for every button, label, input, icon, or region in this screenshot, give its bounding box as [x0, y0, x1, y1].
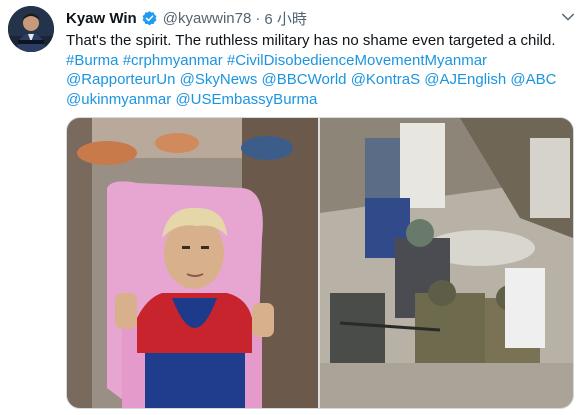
photo-child-salute[interactable] [67, 118, 318, 408]
hashtag-link[interactable]: #CivilDisobedienceMovementMyanmar [227, 52, 487, 69]
header-separator: · [255, 9, 261, 27]
photo-soldiers-detaining[interactable] [320, 118, 573, 408]
mention-link[interactable]: @RapporteurUn [66, 71, 175, 88]
tweet-header: Kyaw Win @kyawwin78 · 6 小時 [66, 8, 307, 28]
author-name[interactable]: Kyaw Win [66, 10, 137, 27]
mention-link[interactable]: @ukinmyanmar [66, 91, 171, 108]
hashtag-link[interactable]: #crphmyanmar [123, 52, 223, 69]
author-handle[interactable]: @kyawwin78 [163, 10, 252, 27]
tweet-tags-line-2: @RapporteurUn @SkyNews @BBCWorld @Kontra… [66, 70, 580, 90]
mention-link[interactable]: @BBCWorld [262, 71, 347, 88]
hashtag-link[interactable]: #Burma [66, 52, 119, 69]
verified-badge-icon [141, 10, 158, 27]
tweet-text-line: That's the spirit. The ruthless military… [66, 32, 556, 49]
tweet-text: That's the spirit. The ruthless military… [66, 31, 580, 109]
tweet-card[interactable]: Kyaw Win @kyawwin78 · 6 小時 That's the sp… [0, 0, 587, 415]
tweet-tags-line-1: #Burma #crphmyanmar #CivilDisobedienceMo… [66, 51, 580, 71]
avatar[interactable] [8, 6, 54, 52]
tweet-media [66, 117, 574, 409]
tweet-tags-line-3: @ukinmyanmar @USEmbassyBurma [66, 90, 580, 110]
chevron-down-icon[interactable] [559, 8, 577, 26]
mention-link[interactable]: @KontraS [351, 71, 420, 88]
mention-link[interactable]: @ABC [510, 71, 556, 88]
tweet-timestamp[interactable]: 6 小時 [264, 8, 307, 29]
mention-link[interactable]: @AJEnglish [424, 71, 506, 88]
mention-link[interactable]: @USEmbassyBurma [175, 91, 317, 108]
mention-link[interactable]: @SkyNews [180, 71, 258, 88]
